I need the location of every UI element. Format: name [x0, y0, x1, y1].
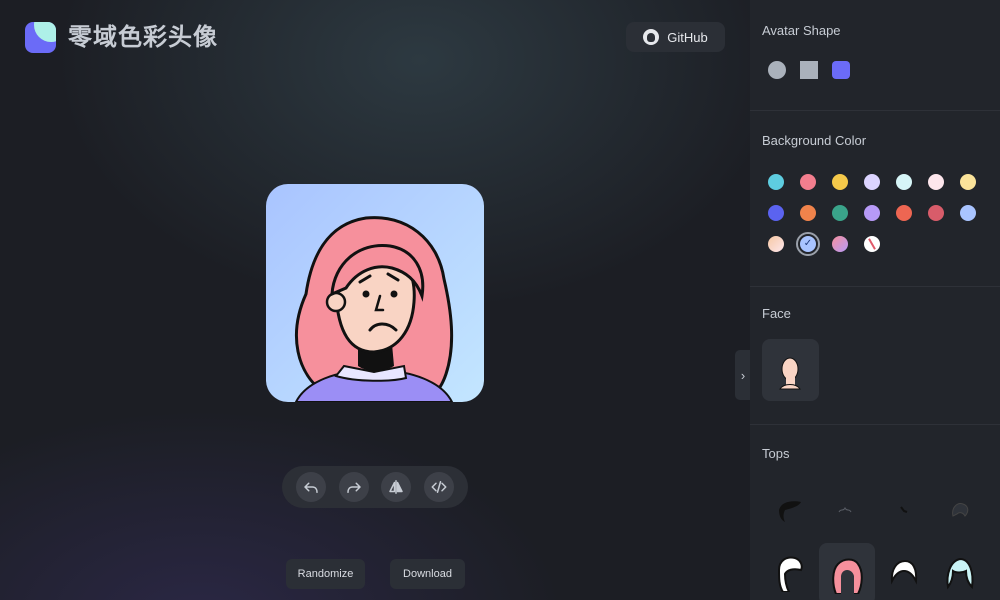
background-color-swatch[interactable]: [928, 205, 944, 221]
hair-style-icon: [838, 506, 852, 513]
github-label: GitHub: [667, 29, 708, 45]
flip-button[interactable]: [381, 472, 412, 502]
background-color-swatch[interactable]: [896, 174, 912, 190]
tops-label: Tops: [762, 446, 790, 461]
randomize-button[interactable]: Randomize: [286, 559, 365, 589]
hair-style-icon: [946, 557, 974, 590]
undo-icon: [304, 482, 318, 493]
background-color-swatch[interactable]: [960, 174, 976, 190]
background-color-swatch[interactable]: [832, 205, 848, 221]
no-color-icon: [868, 238, 876, 250]
background-color-swatch[interactable]: [832, 174, 848, 190]
chevron-right-icon: ›: [740, 367, 746, 383]
background-color-swatch[interactable]: [864, 205, 880, 221]
background-color-swatch[interactable]: [768, 236, 784, 252]
section-divider: [750, 424, 1000, 425]
shape-squircle-option[interactable]: [832, 61, 850, 79]
flip-icon: [389, 480, 403, 494]
collapse-sidebar-button[interactable]: ›: [735, 350, 751, 400]
tops-option-selected[interactable]: [819, 543, 875, 600]
code-icon: [431, 481, 447, 493]
app-title: 零域色彩头像: [68, 24, 218, 51]
background-color-label: Background Color: [762, 133, 867, 148]
tops-option[interactable]: [823, 486, 871, 534]
avatar-shape-label: Avatar Shape: [762, 23, 841, 38]
download-button[interactable]: Download: [390, 559, 465, 589]
face-label: Face: [762, 306, 791, 321]
tops-option[interactable]: [880, 548, 928, 596]
face-option[interactable]: [762, 339, 819, 401]
hair-style-icon: [890, 559, 918, 585]
background-color-swatch[interactable]: [960, 205, 976, 221]
background-color-swatch[interactable]: [800, 205, 816, 221]
tops-option[interactable]: [936, 548, 984, 596]
background-color-swatch[interactable]: [864, 236, 880, 252]
shape-square-option[interactable]: [800, 61, 818, 79]
app-logo: [25, 22, 56, 53]
code-button[interactable]: [423, 472, 454, 502]
background-color-swatch[interactable]: [928, 174, 944, 190]
background-color-swatch[interactable]: [800, 174, 816, 190]
background-color-swatch[interactable]: [832, 236, 848, 252]
app-root: 零域色彩头像 GitHub Randomize Download › Avata…: [0, 0, 1000, 600]
tops-option[interactable]: [880, 486, 928, 534]
background-color-swatch[interactable]: [768, 205, 784, 221]
github-button[interactable]: GitHub: [626, 22, 725, 52]
check-icon: ✓: [803, 238, 813, 249]
background-color-swatch[interactable]: ✓: [796, 232, 820, 256]
avatar-illustration: [294, 216, 454, 402]
tops-option[interactable]: [766, 548, 814, 596]
background-color-swatch[interactable]: [768, 174, 784, 190]
editor-toolbar: [282, 466, 468, 508]
face-preview-icon: [779, 357, 801, 390]
redo-icon: [347, 482, 361, 493]
section-divider: [750, 110, 1000, 111]
hair-style-icon: [777, 556, 803, 592]
editor-area: 零域色彩头像 GitHub Randomize Download: [0, 0, 750, 600]
section-divider: [750, 286, 1000, 287]
hair-style-icon: [832, 558, 863, 594]
background-color-swatch[interactable]: [864, 174, 880, 190]
hair-style-icon: [900, 506, 908, 513]
background-color-swatch[interactable]: [896, 205, 912, 221]
avatar-preview: [266, 184, 484, 402]
tops-option[interactable]: [936, 486, 984, 534]
undo-button[interactable]: [296, 472, 327, 502]
github-icon: [643, 29, 660, 45]
redo-button[interactable]: [338, 472, 369, 502]
tops-option[interactable]: [766, 486, 814, 534]
shape-circle-option[interactable]: [768, 61, 786, 79]
hair-style-icon: [952, 503, 969, 517]
hair-style-icon: [779, 501, 801, 522]
